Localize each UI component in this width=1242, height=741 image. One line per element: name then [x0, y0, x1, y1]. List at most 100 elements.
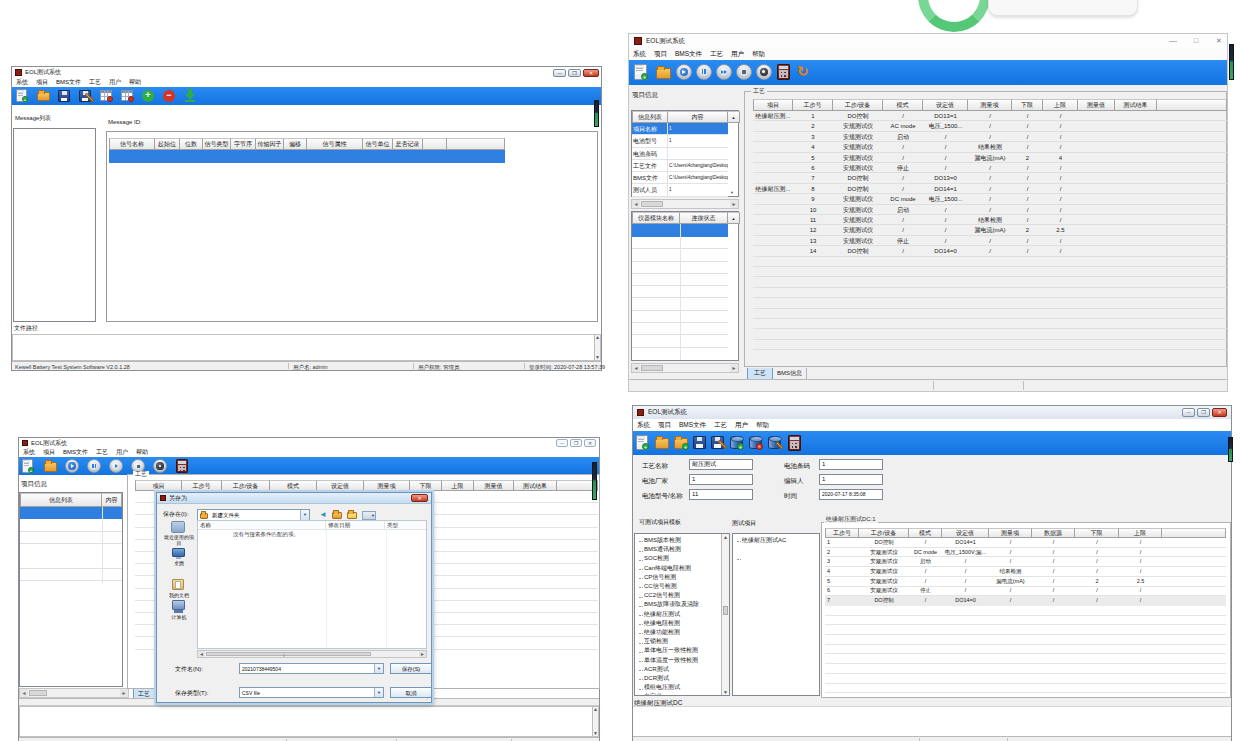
w4-step-row[interactable]: 1DO控制/DO14=1////	[825, 538, 1226, 548]
w4-process-name-input[interactable]: 耐压测试	[689, 459, 753, 470]
filename-dropdown-arrow[interactable]: ▼	[374, 664, 383, 673]
dialog-close-button[interactable]: ✕	[411, 494, 428, 502]
w2-step-row[interactable]: 绝缘耐压测...1DO控制/DO13=1///	[753, 111, 1227, 121]
w2-steps-column[interactable]: 项目	[753, 99, 793, 111]
w2-step-row[interactable]: 3安规测试仪启动////	[753, 132, 1227, 142]
w2-step-row[interactable]: 5安规测试仪//漏电流(mA)24	[753, 153, 1227, 163]
w3-menu-item[interactable]: 项目	[39, 448, 59, 457]
w4-template-item[interactable]: BMS通讯检测	[635, 545, 729, 554]
w4-step-row[interactable]: 7DO控制/DO14=0////	[825, 596, 1226, 606]
w4-template-item[interactable]: Can终端电阻检测	[635, 564, 729, 573]
w1-signal-column[interactable]: 信号单位	[363, 138, 393, 150]
filename-combo[interactable]: 20210738449504 ▼	[239, 663, 384, 674]
w4-menu-item[interactable]: 用户	[731, 421, 752, 430]
w1-titlebar[interactable]: EOL测试系统 ─ ❐ ✕	[12, 67, 601, 78]
up-folder-icon[interactable]	[332, 512, 342, 519]
w2-refresh-icon[interactable]: ↻	[797, 63, 809, 79]
w1-maximize-button[interactable]: ❐	[568, 69, 581, 77]
w1-saveas-icon[interactable]	[79, 90, 91, 102]
w2-step-row[interactable]: 13安规测试仪停止////	[753, 236, 1227, 246]
w2-pause-icon[interactable]	[696, 64, 712, 80]
file-list-hscrollbar[interactable]: ◄► ‖	[197, 650, 427, 658]
w2-edge-scrollbar[interactable]	[1229, 44, 1234, 80]
w3-step-icon[interactable]	[109, 459, 123, 473]
new-folder-icon[interactable]	[347, 512, 357, 519]
w1-menu-item[interactable]: BMS文件	[52, 78, 85, 87]
w3-menu-item[interactable]: BMS文件	[59, 448, 92, 457]
w2-module-scroll-up[interactable]: ▲	[728, 212, 740, 224]
w2-info-scroll-down[interactable]: ▼	[726, 190, 738, 195]
w4-steps-column[interactable]: 工步号	[825, 528, 859, 538]
w3-log-scrollbar[interactable]: ▲▼	[592, 707, 598, 736]
w2-step-row[interactable]: 11安规测试仪//结果检测//	[753, 215, 1227, 225]
w2-step-row[interactable]: 10安规测试仪启动////	[753, 205, 1227, 215]
w4-step-row[interactable]: 6安规测试仪停止/////	[825, 586, 1226, 596]
w3-steps-column[interactable]: 测试结果	[514, 480, 557, 491]
w1-vertical-scrollbar[interactable]	[594, 100, 599, 127]
w4-step-row[interactable]: 2安规测试仪DC mode电压_1500V;漏...////	[825, 548, 1226, 558]
w1-menu-item[interactable]: 帮助	[125, 78, 145, 87]
w2-steps-column[interactable]: 设定值	[923, 99, 968, 111]
w2-step-icon[interactable]	[716, 64, 732, 80]
w4-test-item[interactable]: 绝缘耐压测试DC	[733, 553, 789, 562]
w2-module-hscrollbar[interactable]: ◄►	[631, 363, 739, 373]
w3-steps-column[interactable]: 测量值	[474, 480, 514, 491]
w3-new-icon[interactable]: +	[22, 459, 33, 473]
w4-template-item[interactable]: BMS故障读取及清除	[635, 600, 729, 609]
w3-minimize-button[interactable]: ─	[556, 439, 568, 447]
w2-steps-column[interactable]: 测量项	[968, 99, 1012, 111]
w2-module-col-status[interactable]: 连接状态	[680, 212, 728, 224]
w4-time-input[interactable]: 2020-07-17 8:35:08	[819, 489, 883, 500]
w2-steps-column[interactable]: 工步号	[793, 99, 833, 111]
file-list[interactable]: 名称 修改日期 类型 没有与搜索条件匹配的项。	[197, 520, 427, 649]
w3-info-col-val[interactable]: 内容	[102, 493, 122, 507]
w2-info-row[interactable]: 工艺文件 C:\Users\4changjiang\Desktop\	[632, 160, 728, 172]
w2-minimize-button[interactable]: —	[1169, 36, 1177, 45]
w1-close-button[interactable]: ✕	[583, 69, 599, 77]
w2-menu-item[interactable]: 项目	[650, 50, 671, 59]
w3-open-icon[interactable]	[44, 462, 57, 472]
w2-module-col-name[interactable]: 仪器模块名称	[632, 212, 680, 224]
w1-signal-column[interactable]	[423, 138, 447, 150]
w2-menu-item[interactable]: 系统	[629, 50, 650, 59]
w2-maximize-button[interactable]: □	[1194, 37, 1198, 44]
w2-menu-item[interactable]: 帮助	[748, 50, 769, 59]
w4-template-item[interactable]: CC2信号检测	[635, 591, 729, 600]
w2-record-icon[interactable]	[756, 64, 772, 80]
w4-db-edit-icon[interactable]	[768, 436, 781, 449]
desktop-icon[interactable]	[172, 548, 185, 557]
w1-menu-item[interactable]: 系统	[12, 78, 32, 87]
w2-titlebar[interactable]: EOL测试系统 — □ ✕	[629, 34, 1227, 48]
w2-info-row[interactable]: 电池条码	[632, 148, 728, 160]
w3-info-col-key[interactable]: 信息列表	[20, 493, 102, 507]
w2-close-button[interactable]: ✕	[1216, 37, 1222, 45]
w2-info-col-key[interactable]: 信息列表	[632, 111, 668, 123]
w4-battery-barcode-input[interactable]: 1	[819, 459, 883, 470]
w4-steps-column[interactable]: 上限	[1119, 528, 1162, 538]
w2-step-row[interactable]: 6安规测试仪停止////	[753, 163, 1227, 173]
w3-titlebar[interactable]: EOL测试系统 ─ ❐ ✕	[19, 438, 599, 448]
save-button[interactable]: 保存(S)	[390, 663, 432, 674]
w4-step-row[interactable]: 5安规测试仪//漏电流(mA)/22.5	[825, 577, 1226, 587]
w1-selected-row[interactable]	[109, 150, 505, 163]
w2-menu-item[interactable]: BMS文件	[671, 50, 706, 59]
w4-calculator-icon[interactable]	[788, 435, 801, 451]
w2-steps-column[interactable]: 下限	[1012, 99, 1043, 111]
w2-info-scroll-up[interactable]: ▲	[728, 111, 740, 123]
w1-save-icon[interactable]	[58, 90, 70, 102]
w3-steps-column[interactable]: 测量项	[364, 480, 410, 491]
w2-new-icon[interactable]: +	[634, 64, 647, 80]
w2-step-row[interactable]: 4安规测试仪//结果检测//	[753, 142, 1227, 152]
w3-pause-icon[interactable]	[87, 459, 101, 473]
w1-signal-column[interactable]: 偏移	[284, 138, 307, 150]
w4-vertical-scrollbar[interactable]	[1228, 437, 1233, 462]
w4-steps-column[interactable]: 下限	[1075, 528, 1119, 538]
w1-signal-column[interactable]: 信号属性	[307, 138, 363, 150]
w3-steps-column[interactable]: 工步/设备	[222, 480, 270, 491]
w4-maximize-button[interactable]: ❐	[1197, 408, 1210, 417]
w4-template-item[interactable]: 绝缘电阻检测	[635, 619, 729, 628]
w4-steps-column[interactable]: 测量项	[989, 528, 1032, 538]
w2-run-icon[interactable]	[676, 64, 692, 80]
w3-steps-column[interactable]: 上限	[442, 480, 474, 491]
w2-step-row[interactable]: 7DO控制/DO13=0///	[753, 173, 1227, 183]
